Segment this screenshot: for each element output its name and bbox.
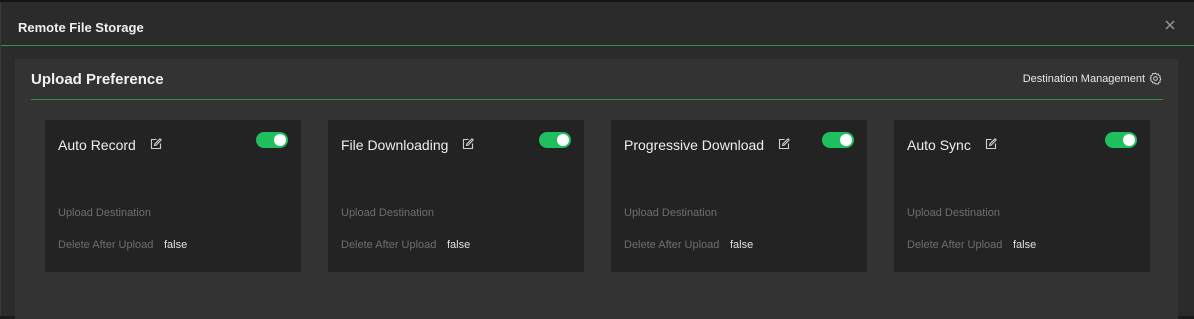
panel-title: Upload Preference	[31, 71, 164, 88]
toggle-knob	[1123, 134, 1135, 146]
toggle-knob	[840, 134, 852, 146]
delete-after-upload-value: false	[447, 239, 471, 251]
rule-card: File Downloading Upload Destination Dele…	[328, 120, 584, 272]
rule-card: Progressive Download Upload Destination …	[611, 120, 867, 272]
delete-after-upload-value: false	[730, 239, 754, 251]
edit-icon[interactable]	[150, 137, 162, 153]
rule-card-name: Auto Sync	[907, 137, 971, 153]
toggle-knob	[557, 134, 569, 146]
rule-card-title: Progressive Download	[624, 137, 790, 153]
delete-after-upload-label: Delete After Upload	[58, 239, 154, 251]
edit-icon[interactable]	[778, 137, 790, 153]
gear-icon	[1149, 72, 1162, 85]
rule-card-name: Progressive Download	[624, 137, 765, 153]
toggle-knob	[274, 134, 286, 146]
remote-file-storage-dialog: Remote File Storage Upload Preference De…	[0, 2, 1194, 319]
upload-destination-label: Upload Destination	[341, 207, 434, 219]
edit-icon[interactable]	[462, 137, 475, 153]
upload-destination-label: Upload Destination	[907, 207, 1000, 219]
dialog-header: Remote File Storage	[1, 2, 1194, 46]
rule-card-title: Auto Record	[58, 137, 162, 153]
rule-card-title: File Downloading	[341, 137, 475, 153]
close-button[interactable]	[1163, 18, 1177, 32]
rule-card-title: Auto Sync	[907, 137, 997, 153]
delete-after-upload-label: Delete After Upload	[907, 239, 1003, 251]
rule-card-name: File Downloading	[341, 137, 449, 153]
delete-after-upload-value: false	[164, 239, 188, 251]
dialog-title: Remote File Storage	[18, 20, 144, 35]
upload-preference-panel: Upload Preference Destination Management…	[15, 59, 1178, 319]
delete-after-upload-value: false	[1013, 239, 1037, 251]
rule-card: Auto Sync Upload Destination Delete Afte…	[894, 120, 1150, 272]
destination-management-button[interactable]: Destination Management	[1023, 72, 1162, 85]
enable-toggle[interactable]	[539, 132, 571, 148]
close-icon	[1165, 20, 1175, 30]
enable-toggle[interactable]	[822, 132, 854, 148]
upload-destination-label: Upload Destination	[58, 207, 151, 219]
delete-after-upload-label: Delete After Upload	[341, 239, 437, 251]
destination-management-label: Destination Management	[1022, 72, 1145, 85]
edit-icon[interactable]	[985, 137, 997, 153]
panel-divider	[31, 99, 1163, 100]
enable-toggle[interactable]	[1105, 132, 1137, 148]
rule-card: Auto Record Upload Destination Delete Af…	[45, 120, 301, 272]
rule-card-name: Auto Record	[58, 137, 136, 153]
upload-destination-label: Upload Destination	[624, 207, 717, 219]
enable-toggle[interactable]	[256, 132, 288, 148]
delete-after-upload-label: Delete After Upload	[624, 239, 720, 251]
